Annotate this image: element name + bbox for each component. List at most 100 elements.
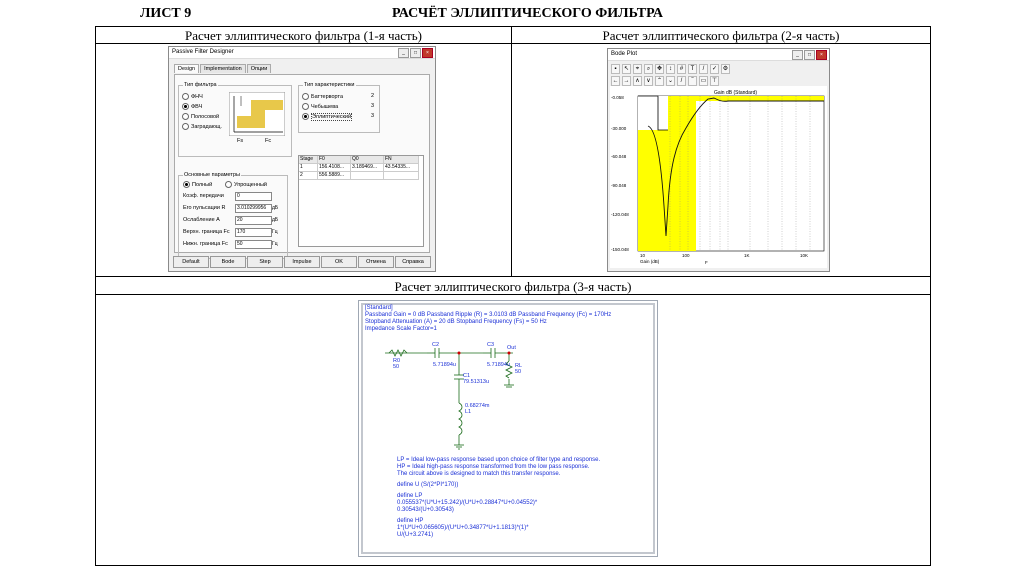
radio-chebyshev[interactable]: Чебышева (302, 103, 338, 110)
yunit: Gain (dB) (640, 259, 660, 264)
radio-highpass[interactable]: ФВЧ (182, 103, 202, 110)
tag-icon[interactable]: ⊤ (710, 76, 719, 86)
high-icon[interactable]: ⌃ (655, 76, 664, 86)
schematic-notes: LP = Ideal low-pass response based upon … (397, 457, 601, 538)
tab-options[interactable]: Опции (246, 64, 272, 73)
out-label: Out (507, 345, 516, 351)
default-button[interactable]: Default (173, 256, 209, 268)
param-label-ripple: Его пульсации R (183, 205, 226, 211)
settings-icon[interactable]: ⚙ (721, 64, 730, 74)
param-label-atten: Ослабление A (183, 217, 220, 223)
bode-button[interactable]: Bode (210, 256, 246, 268)
peak-icon[interactable]: ∧ (633, 76, 642, 86)
scale-icon[interactable]: ↕ (666, 64, 675, 74)
radio-butterworth[interactable]: Баттерворта (302, 93, 343, 100)
radio-lowpass[interactable]: ФНЧ (182, 93, 203, 100)
save-icon[interactable]: ▪ (611, 64, 620, 74)
filter-response-diagram (229, 92, 285, 136)
ok-button[interactable]: OK (321, 256, 357, 268)
marker-icon[interactable]: ✓ (710, 64, 719, 74)
help-button[interactable]: Справка (395, 256, 431, 268)
fs-label: Fs (237, 138, 244, 144)
maximize-icon[interactable]: □ (410, 48, 421, 58)
l1-label: L1 (465, 409, 471, 415)
fc-upper-input[interactable]: 170 (235, 228, 272, 237)
bode-legend: Gain dB (Standard) (714, 90, 757, 96)
atten-unit: дБ (272, 217, 279, 223)
radio-full[interactable]: Полный (183, 181, 212, 188)
tab-implementation[interactable]: Implementation (200, 64, 246, 73)
r0-value: 50 (393, 364, 399, 370)
window-title: Passive Filter Designer (169, 47, 435, 59)
order-chebyshev: 3 (371, 103, 375, 109)
flat-icon[interactable]: ‾ (688, 76, 697, 86)
params-title: Основные параметры (183, 172, 241, 178)
ytick: -30.000 (611, 126, 627, 131)
stage-grid: Stage F0 Q0 FN 1 156.4108... 3.189469... 43.54… (298, 155, 424, 247)
characteristic-group: Тип характеристики Баттерворта Чебышева … (298, 82, 380, 133)
pointer-icon[interactable]: ↖ (622, 64, 631, 74)
cancel-button[interactable]: Отмена (358, 256, 394, 268)
xtick: 1K (744, 253, 750, 258)
atten-input[interactable]: 20 (235, 216, 272, 225)
param-label-fc-lower: Нижн. граница Fc (183, 241, 228, 247)
fc-upper-unit: Гц (272, 229, 278, 235)
radio-bandpass[interactable]: Полосовой (182, 113, 219, 120)
c3-value: 5.71894u (487, 362, 510, 368)
grid-icon[interactable]: # (677, 64, 686, 74)
cursor-icon[interactable]: ⌖ (633, 64, 642, 74)
ytick: -0.058 (611, 95, 624, 100)
sheet-number: ЛИСТ 9 (140, 6, 192, 21)
radio-elliptic[interactable]: Эллиптический (302, 112, 353, 121)
low-icon[interactable]: ⌄ (666, 76, 675, 86)
minimize-icon[interactable]: _ (792, 50, 803, 60)
fit-icon[interactable]: ▭ (699, 76, 708, 86)
gain-input[interactable]: 0 (235, 192, 272, 201)
maximize-icon[interactable]: □ (804, 50, 815, 60)
radio-bandstop[interactable]: Заградающ. (182, 123, 222, 130)
fc-lower-input[interactable]: 50 (235, 240, 272, 249)
ripple-input[interactable]: 3.010299956 (235, 204, 272, 213)
characteristic-title: Тип характеристики (303, 82, 356, 88)
radio-simplified[interactable]: Упрощенный (225, 181, 267, 188)
param-label-gain: Коэф. передачи (183, 193, 224, 199)
next-icon[interactable]: → (622, 76, 631, 86)
param-label-fc-upper: Верхн. граница Fc (183, 229, 230, 235)
page-title: РАСЧЁТ ЭЛЛИПТИЧЕСКОГО ФИЛЬТРА (392, 6, 663, 21)
bode-toolbar-1: ▪ ↖ ⌖ ⌕ ✥ ↕ # T / ✓ ⚙ (611, 64, 730, 74)
cell-title-part3: Расчет эллиптического фильтра (3-я часть… (394, 279, 632, 294)
pan-icon[interactable]: ✥ (655, 64, 664, 74)
cell-title-part1: Расчет эллиптического фильтра (1-я часть… (184, 28, 422, 43)
bode-toolbar-2: ← → ∧ ∨ ⌃ ⌄ / ‾ ▭ ⊤ (611, 76, 719, 86)
tab-design[interactable]: Design (174, 64, 200, 73)
schematic-window: [Standard] Passband Gain = 0 dB Passband… (358, 300, 658, 557)
l1-value: 0.68274m (465, 403, 490, 409)
step-button[interactable]: Step (247, 256, 283, 268)
line-icon[interactable]: / (699, 64, 708, 74)
slope-icon[interactable]: / (677, 76, 686, 86)
c2-label: C2 (432, 342, 439, 348)
c3-label: C3 (487, 342, 494, 348)
bode-plot-window: Bode Plot _ □ × ▪ ↖ ⌖ ⌕ ✥ ↕ # T / ✓ ⚙ ← → ∧ ∨ ⌃ ⌄ / ‾ ▭ ⊤ Gai… (607, 48, 830, 272)
filter-type-group: Тип фильтра ФНЧ ФВЧ Полосовой Заградающ.… (178, 82, 292, 157)
ytick: -120.048 (611, 212, 629, 217)
text-icon[interactable]: T (688, 64, 697, 74)
close-icon[interactable]: × (422, 48, 433, 58)
valley-icon[interactable]: ∨ (644, 76, 653, 86)
c2-value: 5.71894u (433, 362, 456, 368)
xtick: 100 (682, 253, 690, 258)
schematic-header: [Standard] Passband Gain = 0 dB Passband… (365, 305, 612, 332)
params-group: Основные параметры Полный Упрощенный Коэ… (178, 172, 288, 259)
minimize-icon[interactable]: _ (398, 48, 409, 58)
order-elliptic: 3 (371, 113, 375, 119)
ytick: -90.048 (611, 183, 627, 188)
zoom-icon[interactable]: ⌕ (644, 64, 653, 74)
c1-value: 79.51313u (463, 379, 489, 385)
ripple-unit: дБ (272, 205, 279, 211)
close-icon[interactable]: × (816, 50, 827, 60)
impulse-button[interactable]: Impulse (284, 256, 320, 268)
xtick: 10K (800, 253, 808, 258)
fc-label: Fc (265, 138, 272, 144)
prev-icon[interactable]: ← (611, 76, 620, 86)
fc-lower-unit: Гц (272, 241, 278, 247)
